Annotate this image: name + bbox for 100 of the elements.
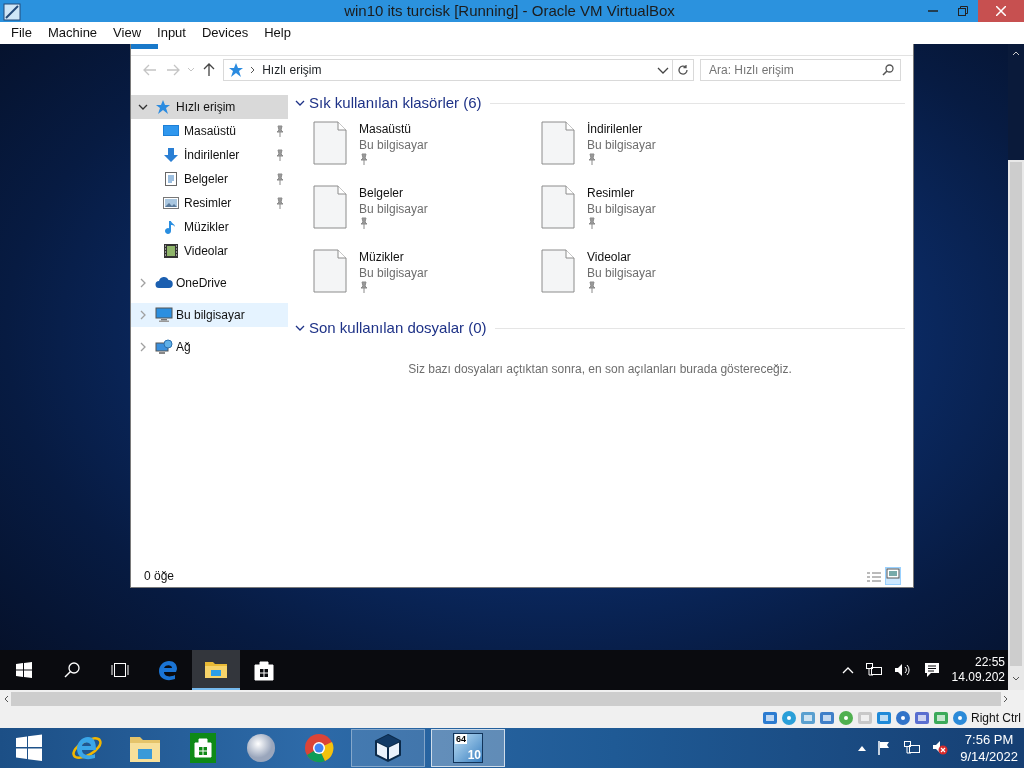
cube-icon — [373, 733, 403, 763]
folder-name: İndirilenler — [587, 121, 644, 137]
device-status-icon[interactable] — [800, 710, 816, 726]
clock-date: 9/14/2022 — [960, 748, 1018, 765]
nav-label: Masaüstü — [184, 123, 237, 140]
device-status-icon[interactable] — [819, 710, 835, 726]
store-icon — [253, 659, 275, 681]
nav-item[interactable]: Hızlı erişim — [131, 95, 288, 119]
nav-item[interactable]: Ağ — [131, 335, 288, 359]
file-icon — [541, 185, 575, 229]
show-hidden-icons-button[interactable] — [841, 666, 854, 674]
address-text: Hızlı erişim — [262, 62, 322, 79]
pin-icon — [275, 173, 285, 185]
nav-label: Hızlı erişim — [176, 99, 236, 116]
nav-item[interactable]: Videolar — [131, 239, 288, 263]
nav-item[interactable]: Masaüstü — [131, 119, 288, 143]
taskbar-button[interactable]: 64 10 — [431, 729, 505, 767]
empty-message: Siz bazı dosyaları açtıktan sonra, en son açılanları burada göstereceğiz. — [408, 362, 792, 376]
menu-item[interactable]: Help — [256, 22, 299, 44]
nav-item[interactable]: İndirilenler — [131, 143, 288, 167]
triangle-up-icon — [858, 745, 867, 751]
device-status-icon[interactable] — [914, 710, 930, 726]
file-icon — [541, 249, 575, 293]
host-key-label: Right Ctrl — [971, 710, 1021, 727]
device-status-icon[interactable] — [876, 710, 892, 726]
chevron-right-icon — [250, 66, 257, 74]
folder-location: Bu bilgisayar — [359, 265, 428, 281]
group-title: Son kullanılan dosyalar (0) — [309, 317, 487, 338]
scroll-up-icon — [1012, 50, 1020, 56]
pin-icon — [275, 197, 285, 209]
folder-tile[interactable]: İndirilenler Bu bilgisayar — [541, 121, 769, 185]
cloud-icon — [155, 275, 173, 291]
folder-tile[interactable]: Resimler Bu bilgisayar — [541, 185, 769, 249]
menu-item[interactable]: View — [105, 22, 150, 44]
folder-tile[interactable]: Belgeler Bu bilgisayar — [313, 185, 541, 249]
notifications-button[interactable] — [923, 662, 940, 678]
volume-button[interactable] — [893, 663, 912, 677]
nav-item[interactable]: Belgeler — [131, 167, 288, 191]
clock-time: 7:56 PM — [963, 731, 1015, 748]
dropdown-icon — [657, 66, 670, 75]
menu-item[interactable]: Machine — [39, 22, 106, 44]
device-status-icon[interactable] — [933, 710, 949, 726]
search-field[interactable]: Ara: Hızlı erişim — [700, 59, 901, 81]
scroll-right-icon — [1003, 695, 1009, 703]
menu-item[interactable]: Input — [149, 22, 194, 44]
icon-badge: 64 — [455, 734, 467, 744]
volume-button[interactable] — [932, 741, 949, 755]
device-icon — [819, 710, 835, 726]
up-arrow-icon — [202, 63, 215, 77]
clock[interactable]: 22:55 14.09.202 — [951, 655, 1005, 685]
device-icon — [781, 710, 797, 726]
folder-tile[interactable]: Videolar Bu bilgisayar — [541, 249, 769, 313]
chevron-right-icon — [138, 310, 148, 320]
file-icon — [313, 185, 347, 229]
folder-location: Bu bilgisayar — [587, 265, 656, 281]
refresh-button[interactable] — [673, 59, 694, 81]
nav-label: İndirilenler — [184, 147, 240, 164]
group-header[interactable]: Son kullanılan dosyalar (0) — [295, 316, 905, 340]
device-status-icon[interactable] — [838, 710, 854, 726]
network-button[interactable] — [865, 663, 882, 677]
menu-item[interactable]: File — [3, 22, 40, 44]
folder-name: Belgeler — [359, 185, 405, 201]
nav-item[interactable]: Bu bilgisayar — [131, 303, 288, 327]
horizontal-scrollbar[interactable] — [0, 690, 1024, 708]
chevron-right-icon — [138, 278, 148, 288]
chevron-right-icon — [138, 342, 148, 352]
message-icon — [923, 662, 940, 678]
restore-icon — [958, 6, 968, 16]
network-icon — [155, 339, 173, 355]
large-icons-view-button[interactable] — [885, 567, 901, 585]
star-icon — [155, 99, 171, 115]
nav-label: Bu bilgisayar — [176, 307, 245, 324]
device-icon — [952, 710, 968, 726]
device-status-icon[interactable] — [952, 710, 968, 726]
address-bar[interactable]: Hızlı erişim — [223, 59, 674, 81]
device-icon — [857, 710, 873, 726]
chevron-up-icon — [841, 666, 854, 674]
clock-time: 22:55 — [973, 655, 1005, 670]
group-header[interactable]: Sık kullanılan klasörler (6) — [295, 91, 905, 115]
pin-icon — [359, 217, 369, 229]
menu-item[interactable]: Devices — [193, 22, 257, 44]
folder-tile[interactable]: Masaüstü Bu bilgisayar — [313, 121, 541, 185]
clock[interactable]: 7:56 PM 9/14/2022 — [960, 731, 1018, 765]
device-status-icon[interactable] — [781, 710, 797, 726]
show-hidden-icons-button[interactable] — [858, 745, 867, 751]
taskbar-button[interactable] — [192, 650, 240, 690]
download-icon — [163, 147, 179, 163]
network-icon — [904, 741, 921, 755]
device-icon — [800, 710, 816, 726]
folder-tile[interactable]: Müzikler Bu bilgisayar — [313, 249, 541, 313]
device-status-icon[interactable] — [895, 710, 911, 726]
folder-location: Bu bilgisayar — [359, 137, 428, 153]
nav-item[interactable]: OneDrive — [131, 271, 288, 295]
chrome-icon — [304, 733, 334, 763]
device-status-icon[interactable] — [762, 710, 778, 726]
nav-item[interactable]: Müzikler — [131, 215, 288, 239]
close-button[interactable] — [978, 0, 1024, 22]
nav-label: Belgeler — [184, 171, 229, 188]
nav-item[interactable]: Resimler — [131, 191, 288, 215]
network-button[interactable] — [904, 741, 921, 755]
